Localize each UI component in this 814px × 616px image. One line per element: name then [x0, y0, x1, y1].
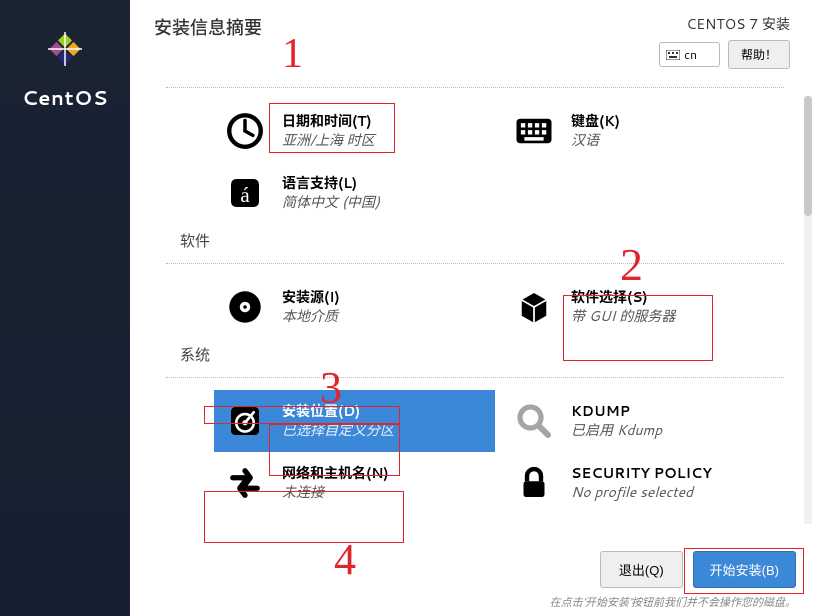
spoke-title: 安装位置(D): [282, 402, 394, 421]
centos-logo-icon: [40, 24, 90, 74]
spoke-sub: 简体中文 (中国): [282, 193, 380, 212]
spoke-sub: 带 GUI 的服务器: [571, 307, 675, 326]
spoke-sub: 未连接: [282, 483, 389, 502]
spoke-title: 日期和时间(T): [282, 112, 375, 131]
language-icon: á: [224, 172, 266, 214]
header: 安装信息摘要 CENTOS 7 安装 cn 帮助！: [130, 0, 814, 87]
spoke-sub: 已启用 Kdump: [571, 421, 662, 440]
package-icon: [513, 286, 555, 328]
network-icon: [224, 462, 266, 504]
spoke-title: 语言支持(L): [282, 174, 380, 193]
spoke-title: 网络和主机名(N): [282, 464, 389, 483]
spoke-install-destination[interactable]: 安装位置(D) 已选择自定义分区: [214, 390, 495, 452]
spoke-title: SECURITY POLICY: [571, 464, 712, 483]
centos-logo-text: CentOS: [22, 84, 108, 112]
section-software-title: 软件: [166, 230, 784, 251]
main-panel: 安装信息摘要 CENTOS 7 安装 cn 帮助！ 日期和时间(T) 亚洲/上海: [130, 0, 814, 616]
begin-install-button[interactable]: 开始安装(B): [693, 551, 796, 588]
spoke-sub: 已选择自定义分区: [282, 421, 394, 440]
spoke-title: 键盘(K): [571, 112, 620, 131]
footer: 退出(Q) 开始安装(B): [130, 541, 814, 594]
distro-label: CENTOS 7 安装: [659, 14, 790, 34]
spoke-network[interactable]: 网络和主机名(N) 未连接: [214, 452, 495, 514]
spoke-keyboard[interactable]: 键盘(K) 汉语: [503, 100, 784, 162]
spoke-title: KDUMP: [571, 402, 662, 421]
clock-icon: [224, 110, 266, 152]
page-title: 安装信息摘要: [154, 14, 262, 69]
spoke-install-source[interactable]: 安装源(I) 本地介质: [214, 276, 495, 338]
disk-icon: [224, 400, 266, 442]
svg-text:á: á: [240, 183, 250, 207]
disk-hint: 在点击'开始安装'按钮前我们并不会操作您的磁盘。: [130, 594, 814, 616]
magnify-icon: [513, 400, 555, 442]
section-system-title: 系统: [166, 344, 784, 365]
lang-code: cn: [684, 46, 697, 63]
keyboard-icon: [666, 50, 680, 60]
spoke-title: 安装源(I): [282, 288, 340, 307]
lock-icon: [513, 462, 555, 504]
keyboard-layout-indicator[interactable]: cn: [659, 42, 720, 67]
spoke-sub: 亚洲/上海 时区: [282, 131, 375, 150]
keyboard-large-icon: [513, 110, 555, 152]
spoke-language[interactable]: á 语言支持(L) 简体中文 (中国): [214, 162, 495, 224]
spoke-software-selection[interactable]: 软件选择(S) 带 GUI 的服务器: [503, 276, 784, 338]
spoke-sub: No profile selected: [571, 483, 712, 502]
quit-button[interactable]: 退出(Q): [600, 551, 683, 588]
scrollbar[interactable]: [804, 96, 812, 524]
sidebar: CentOS: [0, 0, 130, 616]
spoke-security[interactable]: SECURITY POLICY No profile selected: [503, 452, 784, 514]
spoke-sub: 本地介质: [282, 307, 340, 326]
spoke-kdump[interactable]: KDUMP 已启用 Kdump: [503, 390, 784, 452]
spoke-datetime[interactable]: 日期和时间(T) 亚洲/上海 时区: [214, 100, 495, 162]
disc-icon: [224, 286, 266, 328]
spoke-title: 软件选择(S): [571, 288, 675, 307]
spoke-list: 日期和时间(T) 亚洲/上海 时区 键盘(K) 汉语 á 语言支持(L): [130, 87, 814, 541]
help-button[interactable]: 帮助！: [728, 40, 790, 69]
spoke-sub: 汉语: [571, 131, 620, 150]
